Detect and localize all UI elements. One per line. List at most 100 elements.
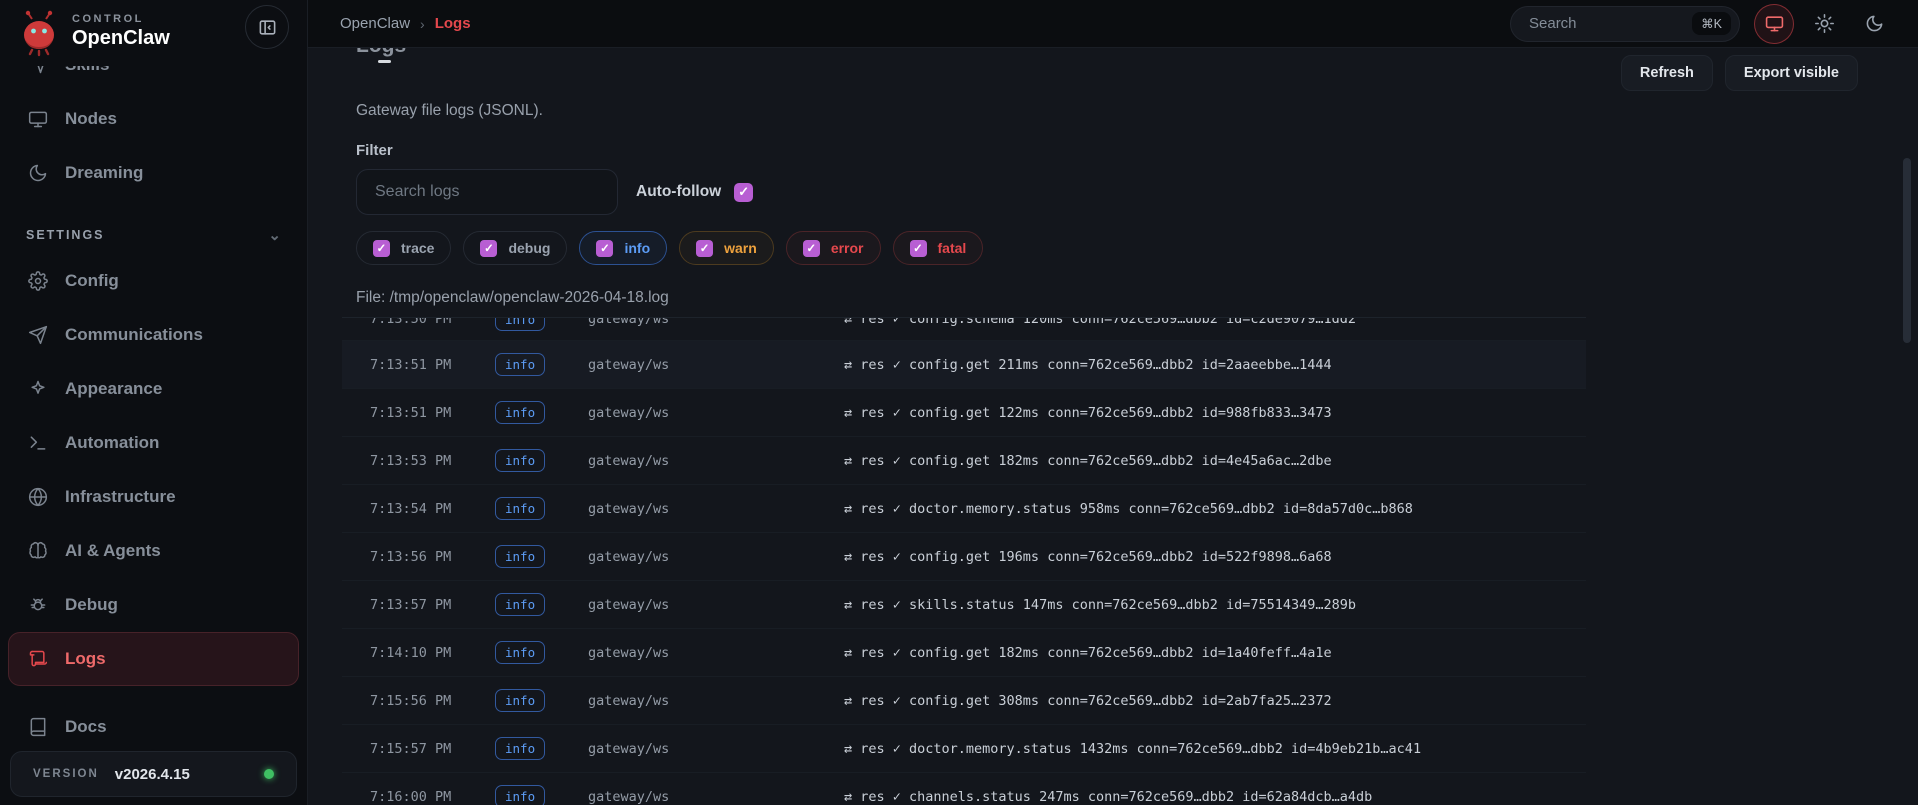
log-row[interactable]: 7:16:00 PM info gateway/ws ⇄ res ✓ chann…	[342, 773, 1586, 805]
sidebar-item-debug[interactable]: Debug	[8, 578, 299, 632]
monitor-icon	[27, 108, 49, 130]
page-actions: Refresh Export visible	[1620, 55, 1858, 91]
log-time: 7:13:56 PM	[370, 548, 452, 565]
sidebar-nav-main-group: Skills Nodes Dreaming	[8, 66, 299, 200]
log-message: ⇄ res ✓ config.get 182ms conn=762ce569…d…	[844, 644, 1332, 661]
sidebar-section-settings[interactable]: SETTINGS ⌄	[8, 216, 299, 254]
log-service: gateway/ws	[588, 356, 670, 373]
sidebar-item-appearance[interactable]: Appearance	[8, 362, 299, 416]
breadcrumb-current: Logs	[434, 15, 471, 32]
sidebar-item-label: Automation	[65, 433, 160, 452]
theme-switcher	[1754, 3, 1894, 44]
level-filter-fatal[interactable]: ✓ fatal	[892, 231, 984, 265]
export-visible-button[interactable]: Export visible	[1724, 55, 1858, 91]
sidebar-item-dreaming[interactable]: Dreaming	[8, 146, 299, 200]
log-message: ⇄ res ✓ config.get 122ms conn=762ce569…d…	[844, 404, 1332, 421]
topbar-actions: Search ⌘K	[1510, 3, 1894, 44]
theme-dark-button[interactable]	[1854, 4, 1894, 44]
level-checkbox[interactable]: ✓	[373, 239, 390, 257]
sidebar-item-label: Skills	[65, 66, 109, 75]
level-filter-debug[interactable]: ✓ debug	[463, 231, 568, 265]
log-time: 7:13:51 PM	[370, 356, 452, 373]
level-checkbox[interactable]: ✓	[909, 239, 927, 257]
send-icon	[27, 324, 49, 346]
level-filter-error[interactable]: ✓ error	[785, 231, 881, 265]
sidebar-item-config[interactable]: Config	[8, 254, 299, 308]
sidebar-item-nodes[interactable]: Nodes	[8, 92, 299, 146]
page-description: Gateway file logs (JSONL).	[356, 102, 543, 119]
log-row[interactable]: 7:13:50 PM info gateway/ws ⇄ res ✓ confi…	[342, 318, 1586, 341]
brand-text: CONTROL OpenClaw	[72, 8, 170, 50]
sidebar-item-label: Logs	[65, 649, 106, 668]
log-time: 7:13:51 PM	[370, 404, 452, 421]
log-row[interactable]: 7:15:56 PM info gateway/ws ⇄ res ✓ confi…	[342, 677, 1586, 725]
sidebar-item-docs[interactable]: Docs	[8, 700, 299, 751]
log-time: 7:13:57 PM	[370, 596, 452, 613]
sidebar-collapse-button[interactable]	[245, 5, 289, 49]
log-time: 7:13:54 PM	[370, 500, 452, 517]
auto-follow-toggle[interactable]: Auto-follow ✓	[636, 182, 754, 202]
brand-name: OpenClaw	[72, 27, 170, 49]
sidebar-item-label: Debug	[65, 595, 118, 614]
level-filter-info[interactable]: ✓ info	[579, 231, 668, 265]
level-filter-warn[interactable]: ✓ warn	[679, 231, 774, 265]
sidebar-item-automation[interactable]: Automation	[8, 416, 299, 470]
sparkle-icon	[27, 378, 49, 400]
breadcrumb-root[interactable]: OpenClaw	[340, 15, 410, 32]
log-message: ⇄ res ✓ config.get 182ms conn=762ce569…d…	[844, 452, 1332, 469]
log-message: ⇄ res ✓ config.get 196ms conn=762ce569…d…	[844, 548, 1332, 565]
log-level-badge: info	[495, 593, 546, 616]
auto-follow-label: Auto-follow	[636, 183, 722, 200]
vertical-scrollbar[interactable]	[1903, 158, 1911, 343]
log-row[interactable]: 7:13:57 PM info gateway/ws ⇄ res ✓ skill…	[342, 581, 1586, 629]
log-service: gateway/ws	[588, 644, 670, 661]
level-checkbox[interactable]: ✓	[480, 239, 498, 257]
sidebar-item-label: Docs	[65, 717, 107, 736]
log-row[interactable]: 7:13:51 PM info gateway/ws ⇄ res ✓ confi…	[342, 341, 1586, 389]
log-level-badge: info	[495, 449, 546, 472]
monitor-icon	[1765, 14, 1784, 33]
refresh-button[interactable]: Refresh	[1620, 55, 1713, 91]
sidebar-item-infrastructure[interactable]: Infrastructure	[8, 470, 299, 524]
chevron-down-icon: ⌄	[268, 227, 281, 244]
gear-icon	[27, 270, 49, 292]
sidebar-item-logs[interactable]: Logs	[8, 632, 299, 686]
globe-icon	[27, 486, 49, 508]
global-search-input[interactable]: Search ⌘K	[1510, 5, 1740, 42]
level-checkbox[interactable]: ✓	[696, 239, 714, 257]
search-placeholder: Search	[1529, 15, 1577, 32]
sidebar-item-communications[interactable]: Communications	[8, 308, 299, 362]
openclaw-logo	[14, 8, 64, 58]
moon-icon	[1865, 14, 1884, 33]
scroll-icon	[27, 648, 49, 670]
level-label: debug	[508, 240, 551, 256]
section-label: SETTINGS	[26, 228, 105, 242]
log-level-badge: info	[495, 737, 546, 760]
log-service: gateway/ws	[588, 596, 670, 613]
log-level-badge: info	[495, 318, 546, 331]
log-row[interactable]: 7:13:53 PM info gateway/ws ⇄ res ✓ confi…	[342, 437, 1586, 485]
log-row[interactable]: 7:14:10 PM info gateway/ws ⇄ res ✓ confi…	[342, 629, 1586, 677]
breadcrumb: OpenClaw › Logs	[340, 15, 471, 32]
log-row[interactable]: 7:13:51 PM info gateway/ws ⇄ res ✓ confi…	[342, 389, 1586, 437]
sidebar: CONTROL OpenClaw Skills Nodes Dreaming S…	[0, 0, 308, 805]
auto-follow-checkbox[interactable]: ✓	[734, 182, 754, 202]
level-label: info	[624, 240, 651, 256]
level-checkbox[interactable]: ✓	[596, 239, 614, 257]
log-message: ⇄ res ✓ skills.status 147ms conn=762ce56…	[844, 596, 1357, 613]
log-row[interactable]: 7:13:54 PM info gateway/ws ⇄ res ✓ docto…	[342, 485, 1586, 533]
sidebar-item-ai-agents[interactable]: AI & Agents	[8, 524, 299, 578]
level-filter-trace[interactable]: ✓ trace	[356, 231, 452, 265]
log-service: gateway/ws	[588, 740, 670, 757]
log-row[interactable]: 7:13:56 PM info gateway/ws ⇄ res ✓ confi…	[342, 533, 1586, 581]
level-checkbox[interactable]: ✓	[802, 239, 820, 257]
sidebar-item-skills[interactable]: Skills	[8, 66, 299, 92]
shortcut-badge: ⌘K	[1692, 12, 1731, 35]
search-logs-input[interactable]	[356, 169, 618, 215]
theme-system-button[interactable]	[1754, 3, 1794, 44]
log-row[interactable]: 7:15:57 PM info gateway/ws ⇄ res ✓ docto…	[342, 725, 1586, 773]
theme-light-button[interactable]	[1804, 4, 1844, 44]
log-file-path: File: /tmp/openclaw/openclaw-2026-04-18.…	[356, 289, 669, 306]
log-level-badge: info	[495, 353, 546, 376]
log-time: 7:15:56 PM	[370, 692, 452, 709]
